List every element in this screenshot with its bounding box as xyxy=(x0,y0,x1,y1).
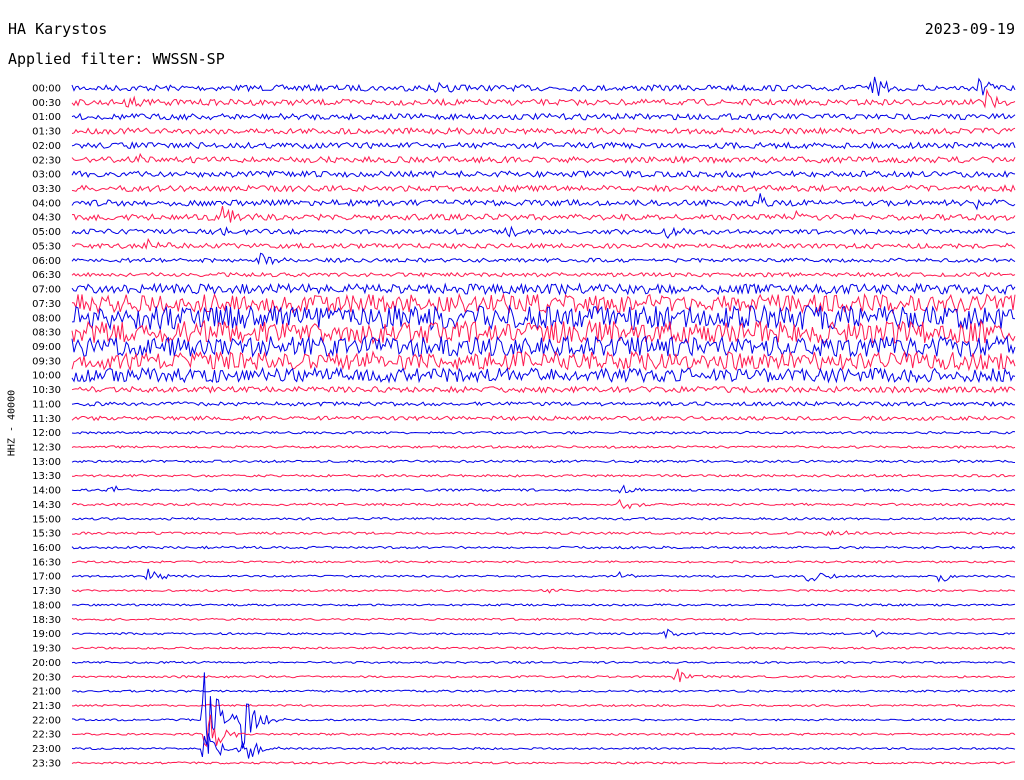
trace-row-1300 xyxy=(71,459,1016,464)
trace-row-0130 xyxy=(71,126,1016,136)
trace-row-0800 xyxy=(71,304,1016,332)
tick-label-1430: 14:30 xyxy=(32,500,61,511)
tick-label-2100: 21:00 xyxy=(32,687,61,698)
trace-row-0100 xyxy=(71,112,1016,121)
trace-row-1530 xyxy=(71,529,1016,536)
tick-label-0530: 05:30 xyxy=(32,241,61,252)
trace-row-2300 xyxy=(71,733,1016,759)
trace-row-1900 xyxy=(71,628,1016,640)
time-tick-labels: 00:00 00:30 01:00 01:30 02:00 02:30 03:00 03:30… xyxy=(32,84,61,770)
trace-row-0400 xyxy=(71,193,1016,211)
tick-label-2030: 20:30 xyxy=(32,672,61,683)
trace-row-0830 xyxy=(71,319,1016,345)
trace-row-1400 xyxy=(71,484,1016,494)
tick-label-0500: 05:00 xyxy=(32,227,61,238)
tick-label-1500: 15:00 xyxy=(32,514,61,525)
trace-row-0330 xyxy=(71,184,1016,193)
helicorder-plot: 00:00 00:30 01:00 01:30 02:00 02:30 03:00 03:30… xyxy=(32,76,1016,770)
trace-row-0030 xyxy=(71,88,1016,109)
tick-label-1300: 13:00 xyxy=(32,457,61,468)
tick-label-2130: 21:30 xyxy=(32,701,61,712)
trace-row-1430 xyxy=(71,498,1016,510)
tick-label-0000: 00:00 xyxy=(32,84,61,95)
trace-row-1230 xyxy=(71,445,1016,449)
tick-label-1200: 12:00 xyxy=(32,428,61,439)
tick-label-0400: 04:00 xyxy=(32,198,61,209)
trace-row-1700 xyxy=(71,568,1015,583)
tick-label-1230: 12:30 xyxy=(32,443,61,454)
seismogram-traces xyxy=(71,76,1016,765)
tick-label-0200: 02:00 xyxy=(32,141,61,152)
trace-row-0530 xyxy=(71,237,1016,250)
tick-label-0830: 08:30 xyxy=(32,328,61,339)
tick-label-1830: 18:30 xyxy=(32,615,61,626)
tick-label-0630: 06:30 xyxy=(32,270,61,281)
tick-label-0330: 03:30 xyxy=(32,184,61,195)
trace-row-1030 xyxy=(71,385,1016,394)
tick-label-1800: 18:00 xyxy=(32,600,61,611)
trace-row-0700 xyxy=(71,282,1016,296)
trace-row-0300 xyxy=(71,169,1016,179)
trace-row-2200 xyxy=(71,672,1016,754)
tick-label-0030: 00:30 xyxy=(32,98,61,109)
trace-row-1500 xyxy=(71,516,1016,521)
trace-row-0600 xyxy=(71,252,1016,266)
trace-row-0500 xyxy=(71,225,1016,239)
trace-row-1130 xyxy=(71,415,1016,422)
tick-label-0900: 09:00 xyxy=(32,342,61,353)
tick-label-2330: 23:30 xyxy=(32,758,61,769)
tick-label-2300: 23:00 xyxy=(32,744,61,755)
trace-row-1830 xyxy=(71,617,1015,621)
tick-label-0130: 01:30 xyxy=(32,127,61,138)
tick-label-0600: 06:00 xyxy=(32,256,61,267)
trace-row-2130 xyxy=(72,703,1016,708)
tick-label-1100: 11:00 xyxy=(32,399,61,410)
tick-label-1130: 11:30 xyxy=(32,414,61,425)
tick-label-1730: 17:30 xyxy=(32,586,61,597)
tick-label-0700: 07:00 xyxy=(32,285,61,296)
tick-label-0930: 09:30 xyxy=(32,356,61,367)
trace-row-1800 xyxy=(71,603,1016,607)
trace-row-2000 xyxy=(71,660,1016,665)
trace-row-0930 xyxy=(71,350,1016,372)
tick-label-0300: 03:00 xyxy=(32,170,61,181)
tick-label-1700: 17:00 xyxy=(32,572,61,583)
tick-label-0100: 01:00 xyxy=(32,112,61,123)
trace-row-2030 xyxy=(71,668,1016,683)
trace-row-1200 xyxy=(71,430,1016,435)
trace-row-0200 xyxy=(71,141,1016,150)
tick-label-2000: 20:00 xyxy=(32,658,61,669)
trace-row-1630 xyxy=(71,560,1016,564)
tick-label-2200: 22:00 xyxy=(32,715,61,726)
trace-row-2330 xyxy=(71,761,1015,765)
tick-label-1330: 13:30 xyxy=(32,471,61,482)
trace-row-0000 xyxy=(71,76,1016,96)
trace-row-1930 xyxy=(71,646,1016,650)
tick-label-1030: 10:30 xyxy=(32,385,61,396)
tick-label-0430: 04:30 xyxy=(32,213,61,224)
trace-row-1730 xyxy=(71,588,1016,594)
tick-label-1000: 10:00 xyxy=(32,371,61,382)
tick-label-1530: 15:30 xyxy=(32,529,61,540)
tick-label-2230: 22:30 xyxy=(32,730,61,741)
tick-label-1400: 14:00 xyxy=(32,486,61,497)
tick-label-0800: 08:00 xyxy=(32,313,61,324)
trace-row-0630 xyxy=(71,271,1016,278)
tick-label-1930: 19:30 xyxy=(32,644,61,655)
trace-row-1600 xyxy=(71,545,1016,550)
tick-label-1600: 16:00 xyxy=(32,543,61,554)
trace-row-0430 xyxy=(71,205,1016,223)
tick-label-0230: 02:30 xyxy=(32,155,61,166)
tick-label-1630: 16:30 xyxy=(32,557,61,568)
trace-row-1330 xyxy=(71,473,1016,478)
trace-row-1000 xyxy=(71,366,1016,384)
trace-row-2100 xyxy=(71,689,1016,693)
tick-label-0730: 07:30 xyxy=(32,299,61,310)
trace-row-0230 xyxy=(71,152,1016,165)
trace-row-1100 xyxy=(71,400,1016,407)
trace-row-0730 xyxy=(71,292,1016,315)
tick-label-1900: 19:00 xyxy=(32,629,61,640)
